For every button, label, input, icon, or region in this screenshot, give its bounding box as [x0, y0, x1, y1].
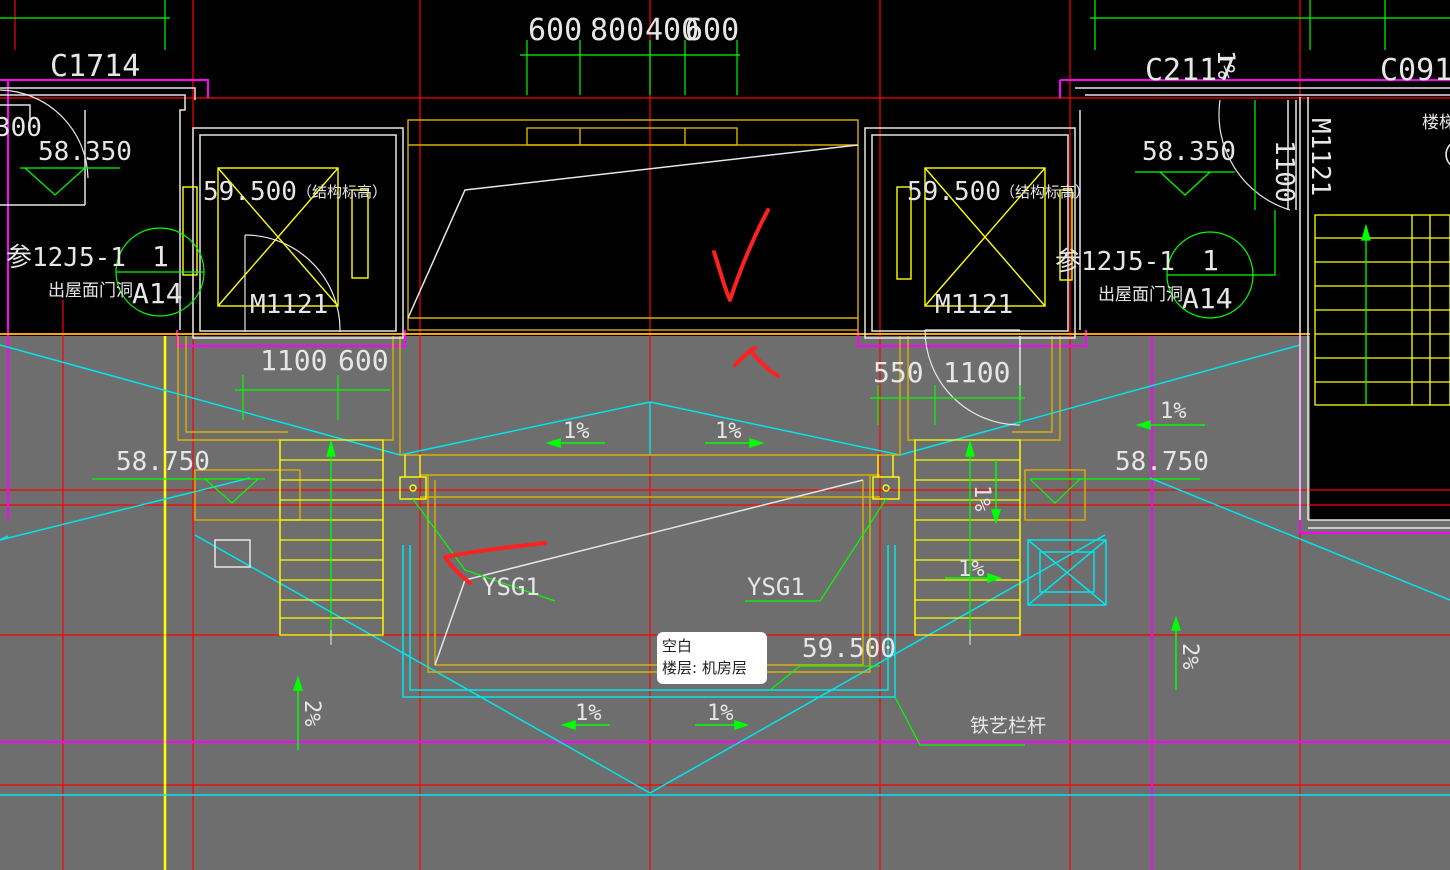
label-elev-58350-left: 58.350: [38, 137, 132, 167]
tooltip-line-1: 空白: [662, 637, 693, 655]
label-slope-3: 1%: [575, 701, 602, 726]
tooltip-line-2: 楼层: 机房层: [662, 659, 747, 677]
label-slope-6: 1%: [958, 557, 985, 582]
label-dim-600-left: 600: [338, 344, 389, 377]
label-railing: 铁艺栏杆: [970, 715, 1046, 737]
label-dim-1100-right: 1100: [943, 356, 1010, 389]
cad-viewport[interactable]: C1714 C2117 C091 600 800 400 600 300 58.…: [0, 0, 1450, 870]
label-detail-num-right: 1: [1202, 244, 1219, 277]
label-dim-1100-left: 1100: [260, 344, 327, 377]
label-slope-7: 1%: [1212, 50, 1240, 79]
label-dim-top-2: 800: [590, 13, 644, 48]
cad-drawing-canvas[interactable]: C1714 C2117 C091 600 800 400 600 300 58.…: [0, 0, 1450, 870]
label-elev-58750-left: 58.750: [116, 447, 210, 477]
label-roof-hole-left: 出屋面门洞: [48, 281, 133, 301]
label-slope-8: 1%: [969, 485, 994, 512]
label-window-right-2: C091: [1380, 53, 1450, 88]
label-slope-2pct-right: 2%: [1177, 643, 1202, 670]
label-ysg-left: YSG1: [482, 573, 540, 601]
label-door-left: M1121: [250, 290, 328, 320]
label-roof-hole-right: 出屋面门洞: [1098, 285, 1183, 305]
label-elev-59500-left: 59.500: [203, 177, 297, 207]
label-struct-note-right: （结构标高）: [1000, 183, 1090, 201]
label-detail-sheet-left: A14: [132, 277, 183, 310]
label-elev-58350-right: 58.350: [1142, 137, 1236, 167]
label-dim-1100-vertical: 1100: [1269, 140, 1299, 203]
label-slope-1: 1%: [563, 419, 590, 444]
label-dim-top-4: 600: [685, 13, 739, 48]
label-ref-right: 参12J5-1: [1055, 247, 1175, 277]
label-door-vertical: M1121: [1305, 118, 1335, 196]
label-dim-550-right: 550: [873, 356, 924, 389]
label-detail-sheet-right: A14: [1182, 282, 1233, 315]
floor-area: [0, 336, 1450, 870]
label-struct-note-left: （结构标高）: [297, 183, 387, 201]
label-door-right: M1121: [935, 290, 1013, 320]
label-ref-left: 参12J5-1: [6, 243, 126, 273]
label-stair-note: 楼梯: [1422, 113, 1450, 133]
label-slope-5: 1%: [1160, 399, 1187, 424]
label-stair-bracket: （1: [1430, 144, 1450, 169]
label-elev-59500-center: 59.500: [802, 634, 896, 664]
label-window-left: C1714: [50, 49, 140, 84]
label-elev-58750-right: 58.750: [1115, 447, 1209, 477]
hover-tooltip: 空白 楼层: 机房层: [657, 632, 767, 684]
label-slope-2: 1%: [715, 419, 742, 444]
label-slope-4: 1%: [707, 701, 734, 726]
label-elev-59500-right: 59.500: [907, 177, 1001, 207]
label-dim-300: 300: [0, 113, 42, 143]
label-detail-num-left: 1: [152, 240, 169, 273]
label-dim-top-1: 600: [528, 13, 582, 48]
label-slope-2pct-left: 2%: [299, 700, 324, 727]
stair-room-dark: [1310, 215, 1450, 520]
label-ysg-right: YSG1: [747, 573, 805, 601]
